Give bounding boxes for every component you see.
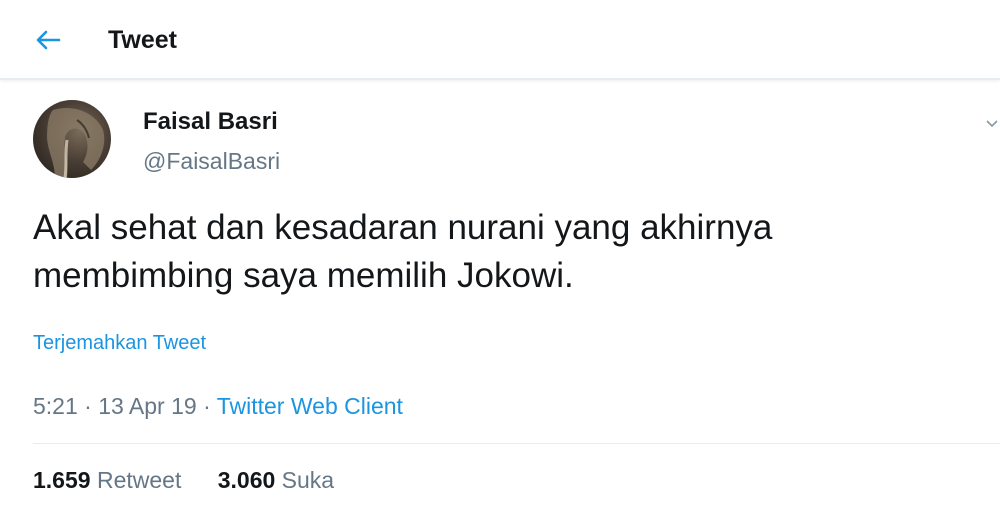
top-bar: Tweet xyxy=(0,0,1000,80)
tweet-time: 5:21 xyxy=(33,393,78,419)
meta-separator: · xyxy=(203,393,211,419)
like-count: 3.060 xyxy=(217,467,276,493)
author-name[interactable]: Faisal Basri xyxy=(143,108,278,136)
back-button[interactable] xyxy=(30,22,66,58)
chevron-down-icon xyxy=(986,120,998,128)
more-options-button[interactable] xyxy=(984,116,1000,132)
translate-tweet-link[interactable]: Terjemahkan Tweet xyxy=(33,332,206,355)
tweet-stats: 1.659 Retweet 3.060 Suka xyxy=(33,467,334,494)
tweet-source-link[interactable]: Twitter Web Client xyxy=(217,393,403,419)
page-title: Tweet xyxy=(108,26,177,54)
arrow-left-icon xyxy=(36,30,61,50)
like-label: Suka xyxy=(281,467,335,493)
divider xyxy=(33,443,1000,444)
retweet-count: 1.659 xyxy=(33,467,91,493)
likes-stat[interactable]: 3.060 Suka xyxy=(218,467,334,494)
tweet-text-line: membimbing saya memilih Jokowi. xyxy=(33,256,574,295)
tweet-meta: 5:21 · 13 Apr 19 · Twitter Web Client xyxy=(33,393,403,420)
tweet-text-line: Akal sehat dan kesadaran nurani yang akh… xyxy=(33,208,773,247)
retweet-label: Retweet xyxy=(96,467,182,493)
meta-separator: · xyxy=(84,393,92,419)
tweet-text: Akal sehat dan kesadaran nurani yang akh… xyxy=(33,204,973,300)
author-handle[interactable]: @FaisalBasri xyxy=(143,148,280,175)
avatar[interactable] xyxy=(33,100,111,178)
elephant-photo xyxy=(47,108,105,178)
retweets-stat[interactable]: 1.659 Retweet xyxy=(33,467,181,494)
tweet-date[interactable]: 13 Apr 19 xyxy=(98,393,196,419)
